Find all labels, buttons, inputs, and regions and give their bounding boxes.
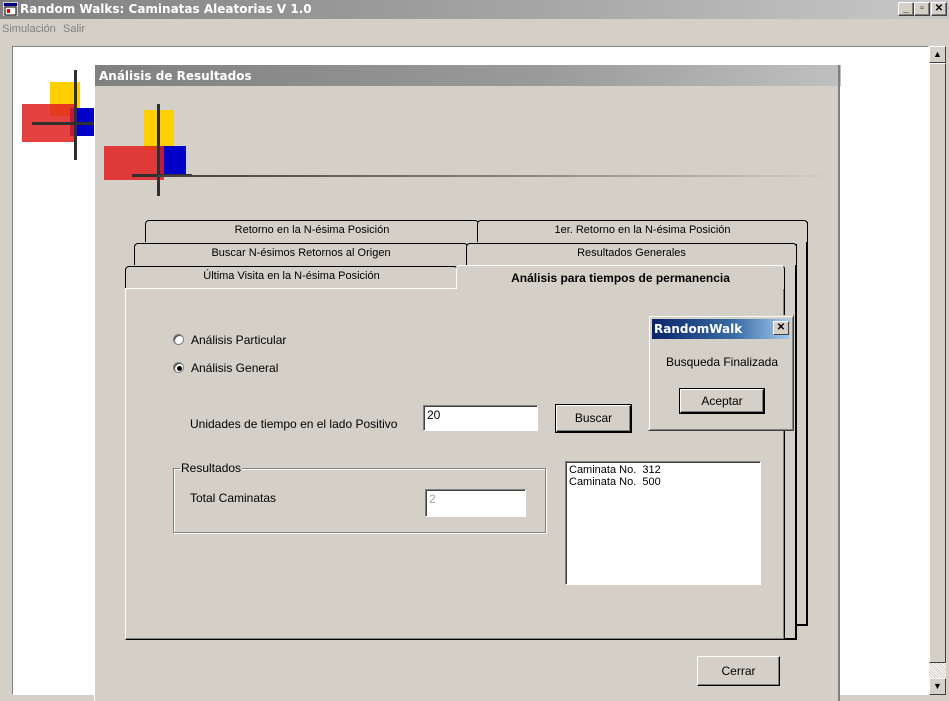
results-group-label: Resultados (180, 461, 243, 475)
list-item[interactable]: Caminata No. 500 (569, 476, 757, 488)
header-divider (157, 175, 837, 177)
tab-primer-retorno[interactable]: 1er. Retorno en la N-ésima Posición (477, 220, 808, 242)
scroll-down-button[interactable]: ▼ (929, 678, 946, 695)
radio-particular-label: Análisis Particular (191, 333, 287, 347)
scroll-thumb[interactable] (929, 63, 946, 663)
header-logo-icon (104, 104, 192, 196)
menu-bar: Simulación Salir (0, 19, 949, 39)
results-listbox[interactable]: Caminata No. 312 Caminata No. 500 (565, 461, 761, 585)
maximize-button[interactable]: ▫ (914, 2, 930, 16)
menu-simulacion[interactable]: Simulación (2, 23, 56, 35)
child-title-bar: Análisis de Resultados (95, 65, 841, 86)
close-button[interactable]: ✕ (931, 2, 947, 16)
dialog-title: RandomWalk (654, 322, 743, 336)
scroll-up-button[interactable]: ▲ (929, 46, 946, 63)
radio-analisis-particular[interactable] (173, 334, 184, 345)
background-logo-icon (22, 70, 94, 160)
dialog-ok-button[interactable]: Aceptar (679, 388, 765, 414)
search-button[interactable]: Buscar (555, 404, 632, 433)
tab-buscar-retornos[interactable]: Buscar N-ésimos Retornos al Origen (134, 243, 468, 265)
vertical-scrollbar[interactable]: ▲ ▼ (929, 46, 946, 695)
cerrar-button[interactable]: Cerrar (697, 656, 780, 686)
scroll-track[interactable] (929, 663, 946, 678)
window-title: Random Walks: Caminatas Aleatorias V 1.0 (20, 2, 312, 16)
message-dialog: RandomWalk ✕ Busqueda Finalizada Aceptar (648, 315, 794, 431)
dialog-message: Busqueda Finalizada (665, 355, 779, 369)
app-icon (3, 2, 18, 16)
radio-analisis-general[interactable] (173, 362, 184, 373)
menu-salir[interactable]: Salir (63, 23, 85, 35)
tab-ultima-visita[interactable]: Última Visita en la N-ésima Posición (125, 266, 458, 288)
title-bar: Random Walks: Caminatas Aleatorias V 1.0… (0, 0, 949, 19)
list-item[interactable]: Caminata No. 312 (569, 464, 757, 476)
time-units-input[interactable]: 20 (423, 405, 538, 431)
minimize-button[interactable]: _ (898, 2, 914, 16)
tab-analisis-permanencia[interactable]: Análisis para tiempos de permanencia (456, 265, 785, 289)
child-window-border (838, 65, 840, 701)
radio-selected-dot (177, 366, 182, 371)
dialog-close-button[interactable]: ✕ (773, 321, 789, 335)
total-walks-label: Total Caminatas (190, 491, 277, 505)
tab-retorno-nesima[interactable]: Retorno en la N-ésima Posición (145, 220, 479, 242)
radio-general-label: Análisis General (191, 361, 279, 375)
dialog-title-bar: RandomWalk ✕ (652, 319, 790, 339)
total-walks-field: 2 (425, 489, 526, 517)
tab-resultados-generales[interactable]: Resultados Generales (466, 243, 797, 265)
child-window-title: Análisis de Resultados (99, 69, 252, 83)
time-units-label: Unidades de tiempo en el lado Positivo (190, 417, 398, 431)
